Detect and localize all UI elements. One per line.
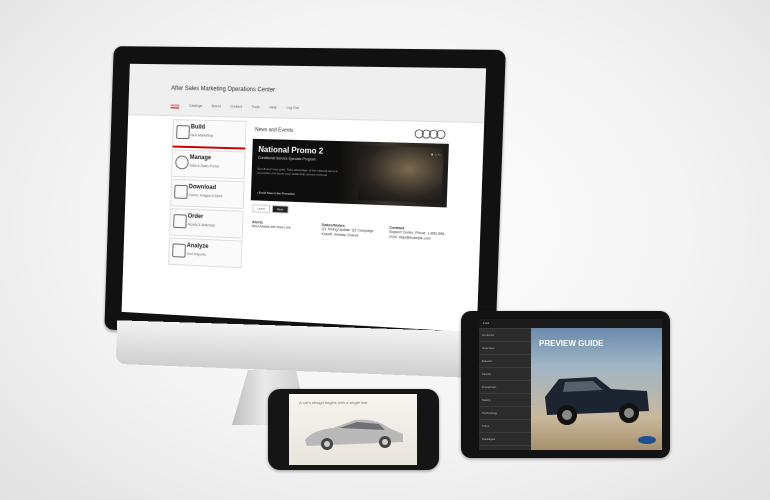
sidebar-sub: Your Reports bbox=[186, 251, 206, 257]
preview-guide-title: PREVIEW GUIDE bbox=[539, 339, 604, 348]
nav-logout[interactable]: Log Out bbox=[286, 106, 298, 111]
sidebar-item-order[interactable]: Order Assets & Materials bbox=[169, 208, 244, 239]
desktop-screen: After Sales Marketing Operations Center … bbox=[121, 63, 487, 333]
cart-icon bbox=[173, 214, 187, 229]
sidebar-sub: Assets & Materials bbox=[187, 222, 216, 228]
site-header: After Sales Marketing Operations Center … bbox=[128, 63, 487, 124]
hero-heading: National Promo 2 bbox=[258, 144, 324, 156]
site-title: After Sales Marketing Operations Center bbox=[171, 85, 276, 94]
house-icon bbox=[176, 125, 190, 140]
news-title: News and Events bbox=[255, 126, 294, 134]
sidebar-label: Order bbox=[187, 213, 204, 221]
hero-body: Enrollment now open. Take advantage of t… bbox=[257, 166, 338, 177]
menu-item[interactable]: Exterior bbox=[479, 355, 531, 368]
sidebar: Build New Marketing Manage Data & Sales … bbox=[168, 119, 247, 270]
sidebar-sub: Data & Sales Portal bbox=[189, 163, 219, 169]
menu-item[interactable]: Contents bbox=[479, 329, 531, 342]
menu-item[interactable]: Packages bbox=[479, 433, 531, 446]
tab-most[interactable]: Most bbox=[271, 205, 289, 214]
sidebar-label: Manage bbox=[189, 154, 212, 162]
column-text: New Assets are Now Live bbox=[251, 224, 291, 230]
bar-chart-icon bbox=[172, 243, 186, 258]
nav-content[interactable]: Content bbox=[230, 105, 242, 110]
dates-column: Dates/Notes Q1 Timing Update. Q2 Campaig… bbox=[321, 222, 382, 240]
hero-banner[interactable]: National Promo 2 Conditional Service Spe… bbox=[250, 138, 449, 208]
monitor: After Sales Marketing Operations Center … bbox=[104, 46, 506, 354]
menu-item[interactable]: Trims bbox=[479, 420, 531, 433]
column-text: Support Center. Phone: 1-800-555-0100. h… bbox=[388, 229, 446, 241]
nav-tools[interactable]: Tools bbox=[252, 105, 260, 110]
sidebar-label: Build bbox=[190, 124, 206, 131]
nav-home[interactable]: Home bbox=[170, 103, 180, 109]
sidebar-label: Analyze bbox=[186, 243, 209, 250]
nav-catalogs[interactable]: Catalogs bbox=[189, 104, 202, 109]
sidebar-item-manage[interactable]: Manage Data & Sales Portal bbox=[171, 149, 246, 180]
hero-link[interactable]: › Enroll Now in the Promotion bbox=[257, 191, 295, 196]
page: { "desktop": { "site_title": "After Sale… bbox=[0, 0, 770, 500]
phone: A car's design begins with a single line bbox=[268, 389, 439, 470]
column-text: Q1 Timing Update. Q2 Campaign Kickoff. H… bbox=[321, 226, 374, 238]
tablet-screen: Contents Overview Exterior Interior Powe… bbox=[479, 319, 662, 450]
sidebar-item-download[interactable]: Download Forms, Images & More bbox=[170, 178, 245, 209]
phone-caption: A car's design begins with a single line bbox=[299, 400, 368, 405]
gears-icon bbox=[175, 155, 189, 170]
nav-help[interactable]: Help bbox=[269, 105, 276, 110]
top-nav: Home Catalogs Brand Content Tools Help L… bbox=[170, 103, 299, 111]
phone-screen: A car's design begins with a single line bbox=[289, 394, 417, 465]
menu-item[interactable]: Powertrain bbox=[479, 381, 531, 394]
nav-brand[interactable]: Brand bbox=[212, 104, 221, 109]
menu-item[interactable]: Technology bbox=[479, 407, 531, 420]
sidebar-item-build[interactable]: Build New Marketing bbox=[172, 119, 247, 150]
sidebar-sub: Forms, Images & More bbox=[188, 193, 223, 199]
tablet-topbar: Ford bbox=[479, 319, 662, 328]
menu-item[interactable]: Safety bbox=[479, 394, 531, 407]
tablet-menu: Contents Overview Exterior Interior Powe… bbox=[479, 319, 531, 450]
contact-column: Contact Support Center. Phone: 1-800-555… bbox=[389, 225, 451, 243]
alerts-column: Alerts New Assets are Now Live bbox=[252, 219, 311, 231]
car-illustration bbox=[305, 419, 403, 450]
folder-icon bbox=[174, 184, 188, 199]
carousel-dots-icon[interactable]: ● ○ ○ bbox=[431, 152, 441, 157]
hero-subheading: Conditional Service Specials Program bbox=[257, 155, 316, 162]
audi-logo bbox=[413, 129, 449, 140]
tablet-top-label: Ford bbox=[483, 321, 490, 325]
sidebar-label: Download bbox=[188, 184, 217, 192]
menu-item[interactable]: Interior bbox=[479, 368, 531, 381]
ford-logo bbox=[638, 436, 656, 444]
menu-item[interactable]: Overview bbox=[479, 342, 531, 355]
news-tabs: Latest Most bbox=[252, 204, 289, 214]
sidebar-item-analyze[interactable]: Analyze Your Reports bbox=[168, 237, 243, 269]
sidebar-sub: New Marketing bbox=[190, 133, 213, 138]
tablet: Contents Overview Exterior Interior Powe… bbox=[461, 311, 670, 458]
tab-latest[interactable]: Latest bbox=[252, 204, 271, 213]
truck-illustration bbox=[545, 377, 649, 425]
